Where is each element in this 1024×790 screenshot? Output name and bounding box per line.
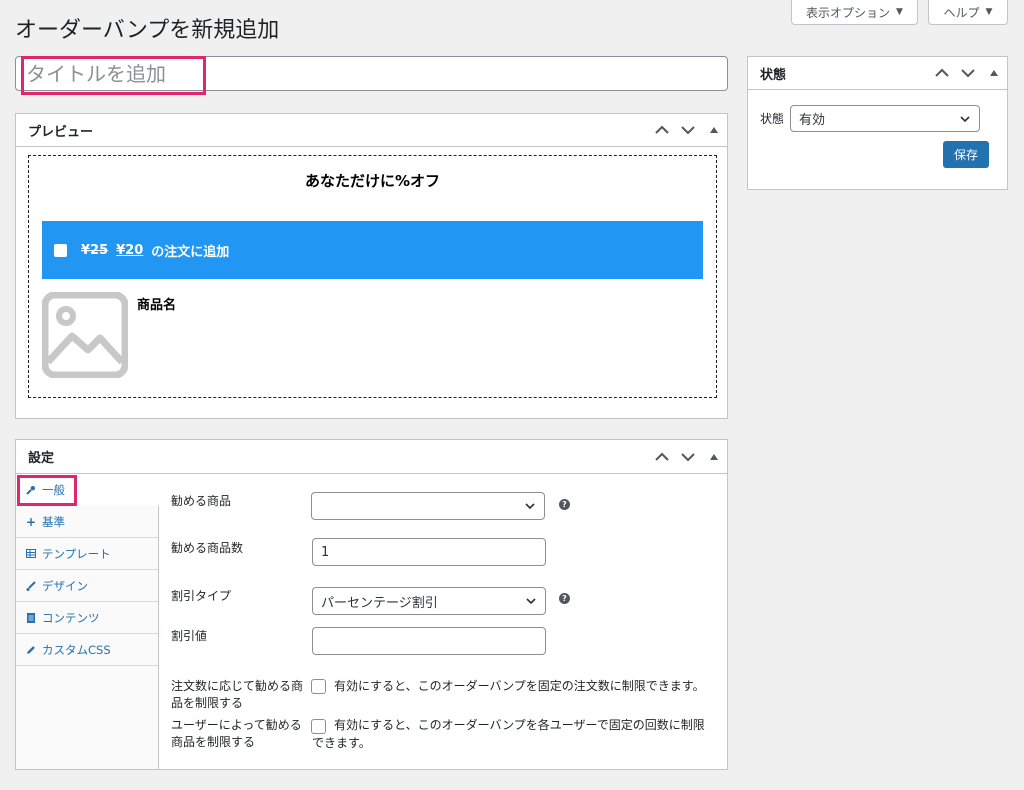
chevron-up-icon[interactable] xyxy=(929,55,955,91)
tab-general[interactable]: 一般 xyxy=(16,474,160,506)
save-button[interactable]: 保存 xyxy=(943,141,989,168)
settings-box-title: 設定 xyxy=(28,451,55,466)
bump-bar: ¥25 ¥20 の注文に追加 xyxy=(42,221,703,279)
image-placeholder-icon xyxy=(41,291,129,379)
discount-value-input[interactable] xyxy=(312,627,546,655)
chevron-up-icon[interactable] xyxy=(649,439,675,475)
discount-type-label: 割引タイプ xyxy=(171,589,232,603)
chevron-down-icon xyxy=(960,115,970,122)
title-input[interactable] xyxy=(15,56,728,91)
preview-box: プレビュー あなただけに%オフ ¥25 ¥20 の注文に追加 商品名 xyxy=(15,113,728,419)
toggle-panel-icon[interactable] xyxy=(981,55,1007,91)
chevron-up-icon[interactable] xyxy=(649,112,675,148)
chevron-down-icon xyxy=(526,598,536,605)
tab-label: テンプレート xyxy=(42,546,111,561)
toggle-panel-icon[interactable] xyxy=(701,439,727,475)
pencil-icon xyxy=(26,645,36,655)
tab-label: デザイン xyxy=(42,578,88,593)
limit-user-checkbox[interactable] xyxy=(311,719,326,734)
old-price: ¥25 xyxy=(81,242,109,258)
status-box-title: 状態 xyxy=(760,67,787,83)
limit-user-label-line2: 商品を制限する xyxy=(171,735,256,749)
tab-label: 一般 xyxy=(42,483,65,497)
help-label: ヘルプ xyxy=(943,5,980,20)
help-button[interactable]: ヘルプ ▼ xyxy=(928,0,1008,25)
preview-area: あなただけに%オフ ¥25 ¥20 の注文に追加 商品名 xyxy=(28,155,717,398)
limit-user-description-line1: 有効にすると、このオーダーバンプを各ユーザーで固定の回数に制限 xyxy=(334,718,705,732)
discount-type-value: パーセンテージ割引 xyxy=(321,595,438,611)
limit-order-description: 有効にすると、このオーダーバンプを固定の注文数に制限できます。 xyxy=(334,679,705,693)
brush-icon xyxy=(26,580,36,591)
limit-order-checkbox[interactable] xyxy=(311,679,326,694)
discount-value-label: 割引値 xyxy=(171,629,208,643)
recommended-product-label: 勧める商品 xyxy=(171,494,232,508)
add-to-order-text: の注文に追加 xyxy=(151,244,230,260)
discount-type-select[interactable]: パーセンテージ割引 xyxy=(312,587,546,615)
status-value: 有効 xyxy=(799,113,826,128)
limit-user-description-line2: できます。 xyxy=(312,736,371,750)
caret-down-icon: ▼ xyxy=(985,7,993,17)
screen-options-button[interactable]: 表示オプション ▼ xyxy=(791,0,918,25)
chevron-down-icon[interactable] xyxy=(955,55,981,91)
toggle-panel-icon[interactable] xyxy=(701,112,727,148)
wrench-icon xyxy=(26,485,36,495)
chevron-down-icon[interactable] xyxy=(675,112,701,148)
document-icon xyxy=(26,612,36,623)
plus-icon: + xyxy=(25,514,37,529)
status-label: 状態 xyxy=(760,112,785,126)
recommended-qty-input[interactable]: 1 xyxy=(312,538,546,566)
limit-order-label: 注文数に応じて勧める商 品を制限する xyxy=(171,678,303,712)
status-select[interactable]: 有効 xyxy=(790,105,981,132)
new-price: ¥20 xyxy=(116,242,144,258)
help-circle-icon[interactable]: ? xyxy=(559,499,570,510)
recommended-qty-label: 勧める商品数 xyxy=(171,541,244,555)
limit-user-label: ユーザーによって勧める 商品を制限する xyxy=(171,717,302,751)
settings-box: 設定 一般 + 基準 テンプレート デザイン コンテンツ カスタムCSS 勧める… xyxy=(15,439,728,770)
settings-tabs: 一般 + 基準 テンプレート デザイン コンテンツ カスタムCSS xyxy=(16,474,160,769)
tab-custom-css[interactable]: カスタムCSS xyxy=(16,634,158,666)
tab-design[interactable]: デザイン xyxy=(16,570,158,602)
preview-box-title: プレビュー xyxy=(28,124,94,140)
tab-label: 基準 xyxy=(42,514,65,529)
bump-checkbox[interactable] xyxy=(54,243,67,257)
chevron-down-icon xyxy=(525,503,535,510)
table-icon xyxy=(26,549,36,559)
screen-options-label: 表示オプション xyxy=(806,5,891,20)
page-title: オーダーバンプを新規追加 xyxy=(15,18,280,43)
limit-order-label-line2: 品を制限する xyxy=(171,696,244,710)
tab-label: コンテンツ xyxy=(42,610,100,625)
caret-down-icon: ▼ xyxy=(896,7,903,17)
status-box: 状態 状態 有効 保存 xyxy=(747,56,1008,190)
tab-content[interactable]: コンテンツ xyxy=(16,602,158,634)
help-circle-icon[interactable]: ? xyxy=(559,593,570,604)
preview-headline: あなただけに%オフ xyxy=(304,172,441,190)
chevron-down-icon[interactable] xyxy=(675,439,701,475)
tab-criteria[interactable]: + 基準 xyxy=(16,506,158,538)
tab-template[interactable]: テンプレート xyxy=(16,538,158,570)
tab-label: カスタムCSS xyxy=(42,642,111,657)
recommended-product-select[interactable] xyxy=(311,492,545,520)
limit-order-label-line1: 注文数に応じて勧める商 xyxy=(171,679,304,693)
limit-user-label-line1: ユーザーによって勧める xyxy=(171,718,302,732)
product-name: 商品名 xyxy=(137,298,177,313)
